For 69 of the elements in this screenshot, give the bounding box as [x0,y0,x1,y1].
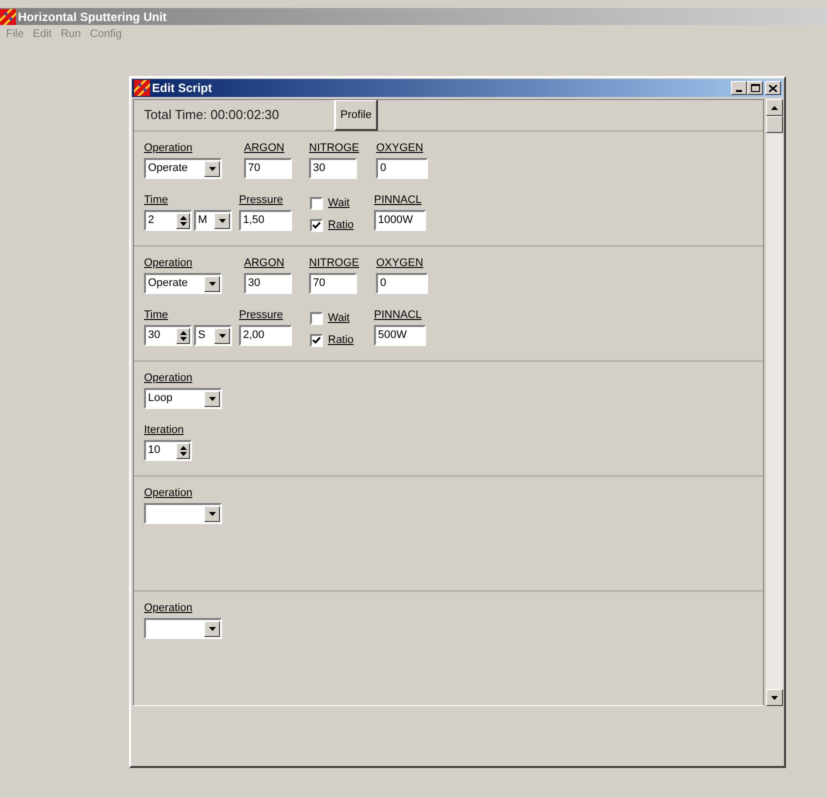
caret-icon[interactable] [204,390,220,406]
total-time-text: Total Time: 00:00:02:30 [144,106,280,124]
gas-label: OXYGEN [376,256,424,270]
gas-field[interactable]: 30 [309,158,357,179]
pressure-field[interactable]: 2,00 [239,325,292,346]
operation-label: Operation [144,256,194,270]
operation-dropdown[interactable]: Operate [144,273,222,294]
checkbox[interactable] [310,334,323,346]
time-label: Time [144,193,170,207]
power-label: PINNACL [374,308,423,322]
scroll-thumb[interactable] [766,116,783,133]
spin-arrows-icon[interactable] [176,328,190,344]
power-field[interactable]: 1000W [374,210,426,231]
gas-label: NITROGE [309,141,360,155]
pressure-label: Pressure [239,193,284,207]
iteration-label: Iteration [144,423,185,437]
maximize-icon[interactable] [747,81,763,95]
operation-label: Operation [144,371,194,385]
iteration-spinner[interactable]: 10 [144,440,192,461]
caret-icon[interactable] [204,506,220,522]
time-spinner[interactable]: 30 [144,325,192,346]
pressure-label: Pressure [239,308,284,322]
checkbox-label[interactable]: Wait [328,194,350,212]
close-icon[interactable] [765,81,781,95]
spin-arrows-icon[interactable] [176,442,190,458]
gas-field[interactable]: 70 [309,273,357,294]
operation-dropdown[interactable]: Operate [144,158,222,179]
checkbox[interactable] [310,218,323,232]
gas-field[interactable]: 30 [244,273,292,294]
profile-button[interactable]: Profile [334,100,378,131]
operation-dropdown[interactable] [144,618,222,639]
operation-dropdown[interactable] [144,503,222,524]
scroll-down-icon[interactable] [766,689,783,706]
app-logo-icon [0,8,16,24]
operation-label: Operation [144,141,194,155]
caret-icon[interactable] [214,328,230,344]
checkbox[interactable] [310,196,323,210]
operation-label: Operation [144,601,194,615]
dialog-logo-icon [134,80,150,96]
scroll-up-icon[interactable] [766,99,783,116]
gas-field[interactable]: 70 [244,158,292,179]
caret-icon[interactable] [204,276,220,292]
caret-icon[interactable] [204,620,220,636]
dialog-title: Edit Script [152,80,212,97]
spin-arrows-icon[interactable] [176,212,190,228]
checkbox-label[interactable]: Ratio [328,332,354,348]
checkbox-label[interactable]: Wait [328,310,350,326]
power-label: PINNACL [374,193,423,207]
unit-dropdown[interactable]: S [194,325,232,346]
checkbox[interactable] [310,312,323,324]
gas-label: ARGON [244,141,286,155]
scrollbar[interactable] [766,99,783,706]
gas-field[interactable]: 0 [376,158,428,179]
pressure-field[interactable]: 1,50 [239,210,292,231]
gas-label: NITROGE [309,256,360,270]
operation-dropdown[interactable]: Loop [144,388,222,409]
power-field[interactable]: 500W [374,325,426,346]
unit-dropdown[interactable]: M [194,210,232,231]
gas-label: ARGON [244,256,286,270]
gas-label: OXYGEN [376,141,424,155]
caret-icon[interactable] [204,160,220,176]
gas-field[interactable]: 0 [376,273,428,294]
checkbox-label[interactable]: Ratio [328,216,354,234]
operation-label: Operation [144,486,194,500]
caret-icon[interactable] [214,212,230,228]
minimize-icon[interactable] [731,81,747,95]
time-label: Time [144,308,170,322]
app-title: Horizontal Sputtering Unit [18,8,167,26]
time-spinner[interactable]: 2 [144,210,192,231]
